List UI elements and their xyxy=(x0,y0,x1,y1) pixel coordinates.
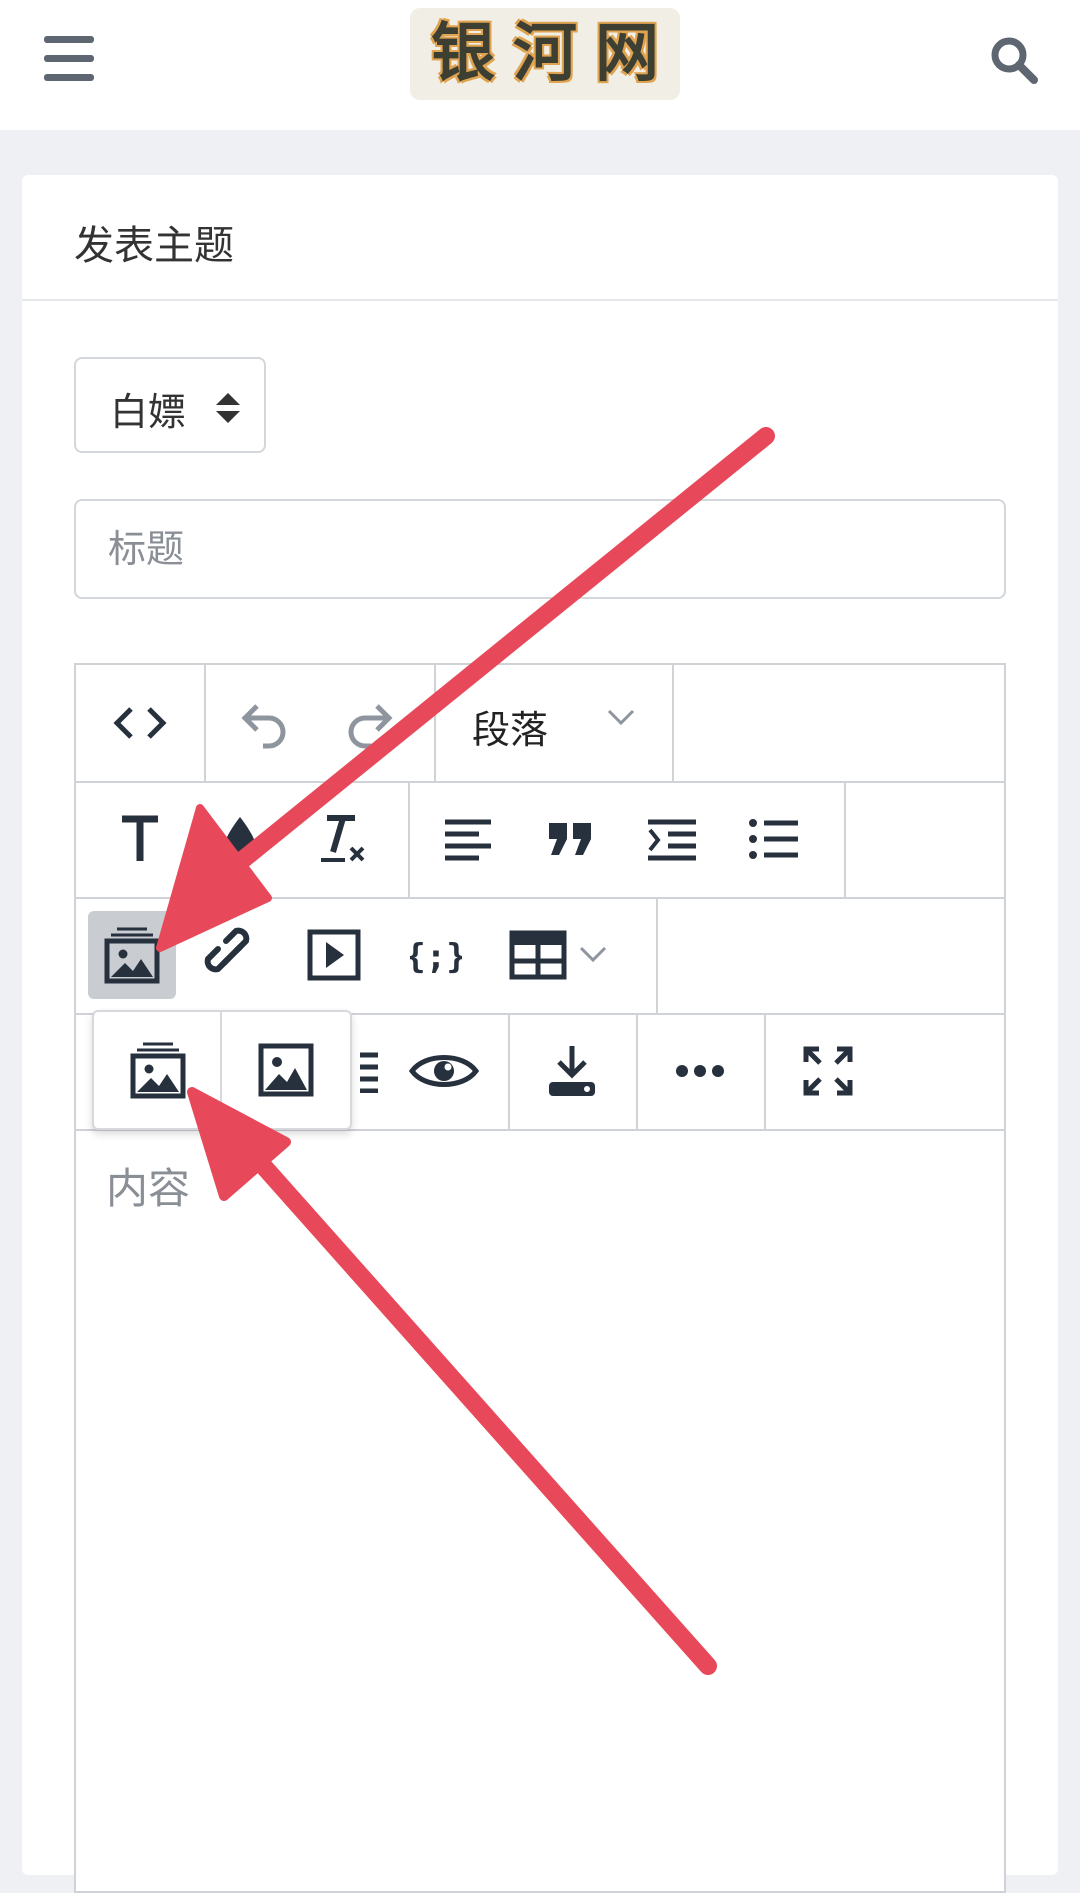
arrow-to-image-gallery xyxy=(156,427,775,952)
annotation-arrows xyxy=(156,427,775,1675)
arrow-to-insert-multiple-images xyxy=(187,1087,717,1675)
